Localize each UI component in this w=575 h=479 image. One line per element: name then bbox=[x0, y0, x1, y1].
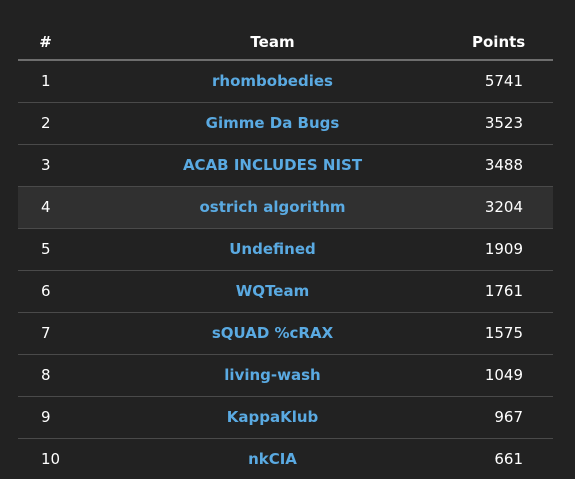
table-row: 5 Undefined 1909 bbox=[18, 227, 553, 270]
points-value: 1049 bbox=[484, 366, 523, 384]
table-row: 7 sQUAD %cRAX 1575 bbox=[18, 311, 553, 354]
points-cell: 1575 bbox=[471, 311, 553, 354]
team-link[interactable]: living-wash bbox=[224, 366, 320, 384]
team-cell: rhombobedies bbox=[74, 60, 471, 102]
team-cell: sQUAD %cRAX bbox=[74, 311, 471, 354]
rank-column-header[interactable]: # bbox=[18, 24, 74, 61]
team-link[interactable]: ostrich algorithm bbox=[199, 198, 345, 216]
team-link[interactable]: rhombobedies bbox=[212, 72, 333, 90]
team-cell: WQTeam bbox=[74, 269, 471, 312]
points-cell: 967 bbox=[471, 395, 553, 438]
points-value: 1909 bbox=[484, 240, 523, 258]
team-link[interactable]: sQUAD %cRAX bbox=[212, 324, 333, 342]
points-value: 1575 bbox=[484, 324, 523, 342]
team-cell: nkCIA bbox=[74, 437, 471, 479]
scoreboard-table: # Team Points 1 rhombobedies 5741 2 Gimm… bbox=[18, 24, 553, 479]
points-value: 1761 bbox=[484, 282, 523, 300]
table-row: 1 rhombobedies 5741 bbox=[18, 60, 553, 102]
table-row: 10 nkCIA 661 bbox=[18, 437, 553, 479]
points-cell: 1909 bbox=[471, 227, 553, 270]
team-cell: KappaKlub bbox=[74, 395, 471, 438]
table-row-hovered: 4 ostrich algorithm 3204 bbox=[18, 185, 553, 228]
team-cell: ostrich algorithm bbox=[74, 185, 471, 228]
rank-cell: 6 bbox=[18, 269, 74, 312]
header-row: # Team Points bbox=[18, 24, 553, 61]
points-value: 3204 bbox=[484, 198, 523, 216]
points-value: 661 bbox=[494, 450, 523, 468]
rank-cell: 1 bbox=[41, 72, 51, 91]
points-cell: 3523 bbox=[471, 101, 553, 144]
team-link[interactable]: WQTeam bbox=[236, 282, 309, 300]
table-row: 2 Gimme Da Bugs 3523 bbox=[18, 101, 553, 144]
team-link[interactable]: Gimme Da Bugs bbox=[206, 114, 340, 132]
scoreboard-page: # Team Points 1 rhombobedies 5741 2 Gimm… bbox=[0, 0, 575, 479]
team-cell: living-wash bbox=[74, 353, 471, 396]
team-link[interactable]: nkCIA bbox=[248, 450, 297, 468]
team-cell: ACAB INCLUDES NIST bbox=[74, 143, 471, 186]
points-column-header[interactable]: Points bbox=[471, 24, 553, 61]
points-value: 5741 bbox=[484, 72, 523, 91]
table-row: 9 KappaKlub 967 bbox=[18, 395, 553, 438]
rank-cell: 4 bbox=[18, 185, 74, 228]
rank-cell: 7 bbox=[18, 311, 74, 354]
points-cell: 3204 bbox=[471, 185, 553, 228]
team-link[interactable]: Undefined bbox=[229, 240, 315, 258]
table-body: 1 rhombobedies 5741 2 Gimme Da Bugs 3523… bbox=[18, 60, 553, 479]
points-value: 967 bbox=[494, 408, 523, 426]
table-row: 8 living-wash 1049 bbox=[18, 353, 553, 396]
team-link[interactable]: ACAB INCLUDES NIST bbox=[183, 156, 362, 174]
rank-cell: 8 bbox=[18, 353, 74, 396]
table-row: 6 WQTeam 1761 bbox=[18, 269, 553, 312]
points-cell: 1761 bbox=[471, 269, 553, 312]
rank-cell: 3 bbox=[18, 143, 74, 186]
table-header: # Team Points bbox=[18, 24, 553, 61]
points-cell: 3488 bbox=[471, 143, 553, 186]
rank-cell: 5 bbox=[18, 227, 74, 270]
team-column-header[interactable]: Team bbox=[74, 24, 471, 61]
team-link[interactable]: KappaKlub bbox=[227, 408, 319, 426]
rank-cell: 2 bbox=[18, 101, 74, 144]
table-row: 3 ACAB INCLUDES NIST 3488 bbox=[18, 143, 553, 186]
rank-cell: 9 bbox=[18, 395, 74, 438]
points-cell: 661 bbox=[471, 437, 553, 479]
points-cell: 1049 bbox=[471, 353, 553, 396]
rank-cell: 10 bbox=[18, 437, 74, 479]
team-cell: Undefined bbox=[74, 227, 471, 270]
points-value: 3488 bbox=[484, 156, 523, 174]
points-value: 3523 bbox=[484, 114, 523, 132]
team-cell: Gimme Da Bugs bbox=[74, 101, 471, 144]
points-cell: 5741 bbox=[471, 60, 553, 102]
